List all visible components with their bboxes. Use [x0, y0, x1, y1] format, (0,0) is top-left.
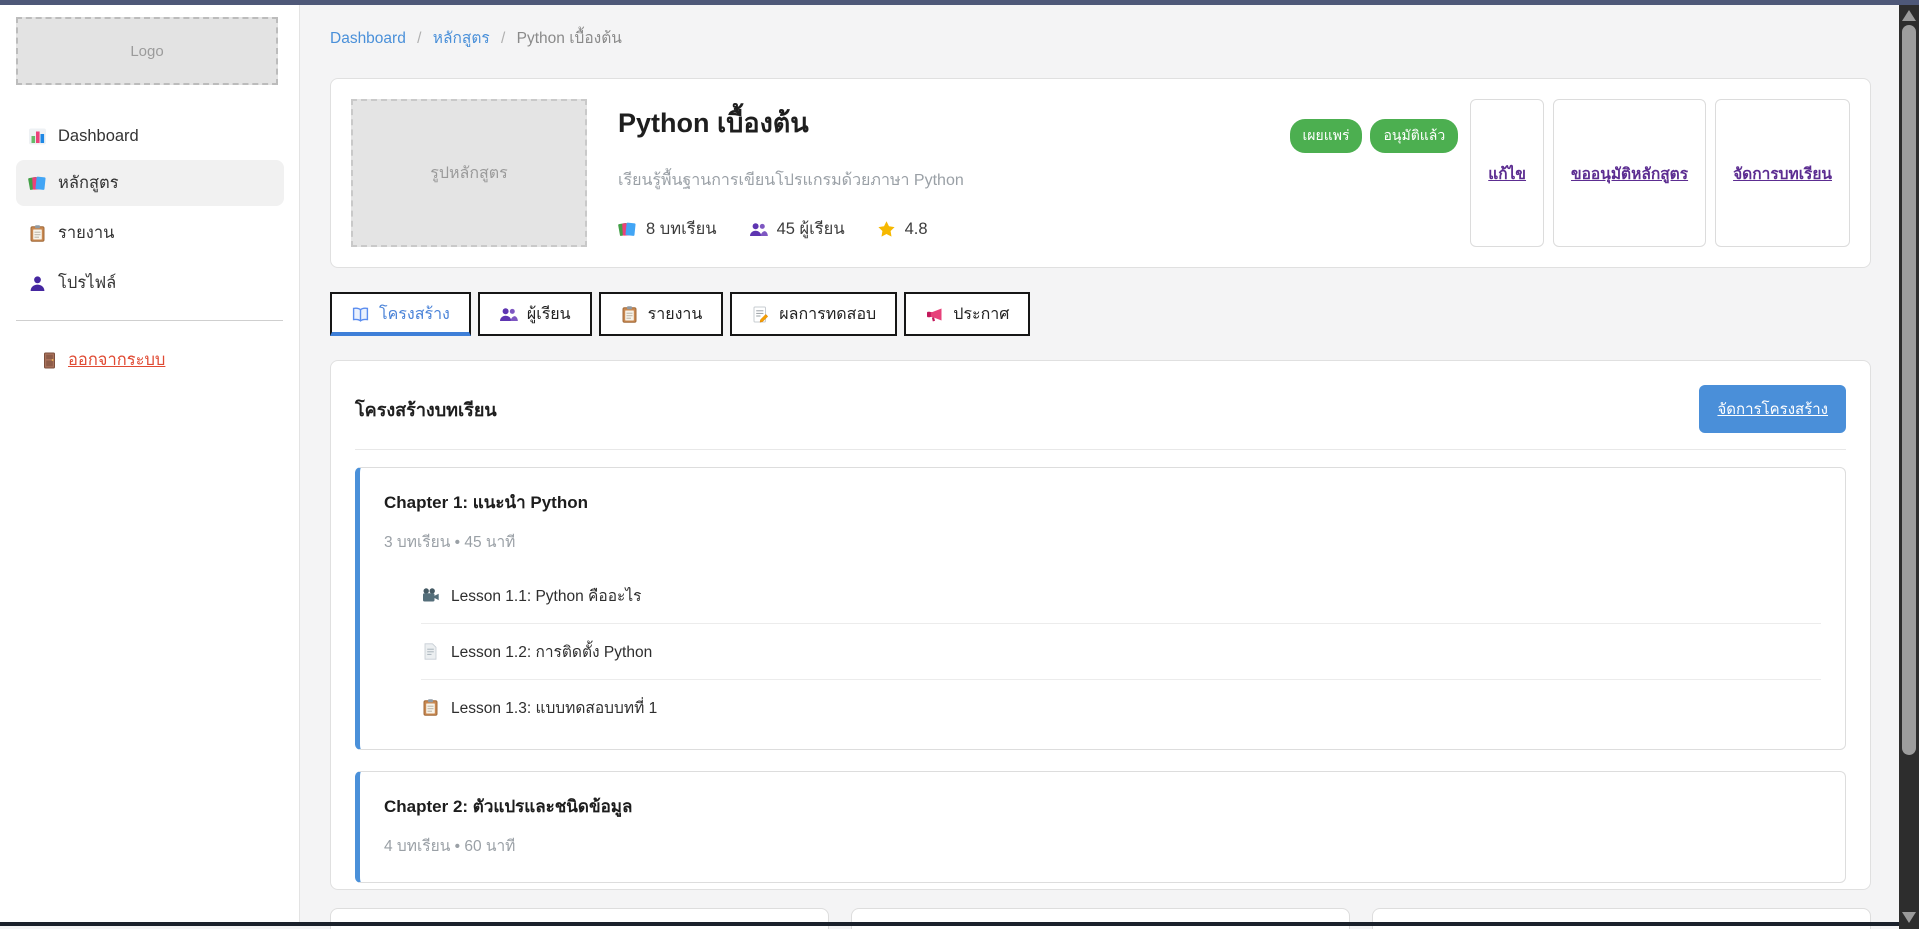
request-approval-label: ขออนุมัติหลักสูตร [1571, 161, 1688, 186]
chapter-card-1[interactable]: Chapter 1: แนะนำ Python 3 บทเรียน • 45 น… [355, 467, 1846, 750]
chapter-card-2[interactable]: Chapter 2: ตัวแปรและชนิดข้อมูล 4 บทเรียน… [355, 771, 1846, 883]
open-book-icon [351, 305, 370, 324]
structure-divider [355, 449, 1846, 450]
books-icon [28, 174, 47, 193]
breadcrumb-dashboard-link[interactable]: Dashboard [330, 30, 406, 47]
sidebar-item-label: รายงาน [58, 220, 114, 246]
logo-text: Logo [130, 43, 163, 60]
document-icon [421, 642, 440, 661]
course-description: เรียนรู้พื้นฐานการเขียนโปรแกรมด้วยภาษา P… [618, 168, 1280, 193]
tab-label: รายงาน [648, 302, 703, 327]
tab-label: โครงสร้าง [379, 302, 450, 327]
logo-placeholder: Logo [16, 17, 278, 85]
status-badge-published: เผยแพร่ [1290, 119, 1363, 153]
stat-students: 45 ผู้เรียน [749, 216, 845, 242]
clipboard-icon [620, 305, 639, 324]
tab-students[interactable]: ผู้เรียน [478, 292, 592, 336]
tab-label: ผู้เรียน [527, 302, 571, 327]
sidebar-item-courses[interactable]: หลักสูตร [16, 160, 284, 206]
course-stats: 8 บทเรียน 45 ผู้เรียน 4.8 [618, 216, 1280, 242]
megaphone-icon [925, 305, 944, 324]
course-info: Python เบื้องต้น เรียนรู้พื้นฐานการเขียน… [618, 99, 1280, 247]
sidebar-item-dashboard[interactable]: Dashboard [16, 117, 284, 156]
window-bottom-strip [0, 922, 1919, 926]
people-icon [749, 220, 768, 239]
breadcrumb-separator: / [501, 30, 505, 47]
chapter-meta: 4 บทเรียน • 60 นาที [384, 833, 1821, 858]
status-badges: เผยแพร่ อนุมัติแล้ว [1290, 119, 1459, 153]
request-approval-button[interactable]: ขออนุมัติหลักสูตร [1553, 99, 1706, 247]
lesson-title: Lesson 1.1: Python คืออะไร [451, 583, 641, 608]
course-actions: แก้ไข ขออนุมัติหลักสูตร จัดการบทเรียน [1470, 99, 1850, 247]
sidebar-item-reports[interactable]: รายงาน [16, 210, 284, 256]
course-tabs: โครงสร้าง ผู้เรียน รายงาน ผลการทดสอบ ประ… [330, 292, 1871, 336]
sidebar-nav: Dashboard หลักสูตร รายงาน โปรไฟล์ [0, 117, 299, 306]
structure-title: โครงสร้างบทเรียน [355, 395, 497, 424]
people-icon [499, 305, 518, 324]
lesson-title: Lesson 1.2: การติดตั้ง Python [451, 639, 652, 664]
tab-reports[interactable]: รายงาน [599, 292, 724, 336]
lesson-row[interactable]: Lesson 1.3: แบบทดสอบบทที่ 1 [421, 680, 1821, 735]
structure-panel: โครงสร้างบทเรียน จัดการโครงสร้าง Chapter… [330, 360, 1871, 890]
manage-lessons-button[interactable]: จัดการบทเรียน [1715, 99, 1850, 247]
sidebar-item-label: โปรไฟล์ [58, 270, 116, 296]
sidebar-item-label: Dashboard [58, 127, 139, 146]
logout-link[interactable]: ออกจากระบบ [40, 347, 165, 373]
breadcrumb-courses-link[interactable]: หลักสูตร [433, 30, 490, 47]
stat-lessons: 8 บทเรียน [618, 216, 717, 242]
lesson-row[interactable]: Lesson 1.1: Python คืออะไร [421, 568, 1821, 624]
lesson-title: Lesson 1.3: แบบทดสอบบทที่ 1 [451, 695, 657, 720]
status-badge-approved: อนุมัติแล้ว [1370, 119, 1458, 153]
edit-course-label: แก้ไข [1488, 161, 1526, 186]
scrollbar-thumb[interactable] [1902, 25, 1916, 755]
breadcrumb-separator: / [417, 30, 421, 47]
chapter-title: Chapter 2: ตัวแปรและชนิดข้อมูล [384, 793, 1821, 820]
star-icon [877, 220, 896, 239]
scrollbar-up-arrow[interactable] [1902, 10, 1916, 21]
stat-rating: 4.8 [877, 220, 928, 239]
stat-students-label: 45 ผู้เรียน [777, 216, 845, 242]
chapter-meta: 3 บทเรียน • 45 นาที [384, 529, 1821, 554]
course-header-card: รูปหลักสูตร Python เบื้องต้น เรียนรู้พื้… [330, 78, 1871, 268]
course-image-label: รูปหลักสูตร [430, 161, 508, 186]
lesson-row[interactable]: Lesson 1.2: การติดตั้ง Python [421, 624, 1821, 680]
breadcrumb-current: Python เบื้องต้น [517, 30, 622, 47]
window-top-strip [0, 0, 1919, 5]
sidebar-item-label: หลักสูตร [58, 170, 119, 196]
tab-label: ประกาศ [953, 302, 1009, 327]
lesson-list: Lesson 1.1: Python คืออะไร Lesson 1.2: ก… [421, 568, 1821, 735]
logout-label: ออกจากระบบ [68, 347, 165, 373]
bar-chart-icon [28, 127, 47, 146]
main-content: Dashboard / หลักสูตร / Python เบื้องต้น … [300, 5, 1897, 929]
vertical-scrollbar[interactable] [1899, 5, 1919, 929]
memo-icon [751, 305, 770, 324]
stat-rating-label: 4.8 [905, 220, 928, 239]
scrollbar-down-arrow[interactable] [1902, 912, 1916, 923]
tab-announcements[interactable]: ประกาศ [904, 292, 1030, 336]
course-title: Python เบื้องต้น [618, 101, 1280, 144]
clipboard-icon [28, 224, 47, 243]
edit-course-button[interactable]: แก้ไข [1470, 99, 1544, 247]
sidebar: Logo Dashboard หลักสูตร รายงาน โปรไฟล์ [0, 5, 300, 926]
books-icon [618, 220, 637, 239]
clipboard-icon [421, 698, 440, 717]
sidebar-item-profile[interactable]: โปรไฟล์ [16, 260, 284, 306]
structure-header: โครงสร้างบทเรียน จัดการโครงสร้าง [355, 385, 1846, 433]
breadcrumb: Dashboard / หลักสูตร / Python เบื้องต้น [330, 28, 1871, 49]
video-camera-icon [421, 586, 440, 605]
course-image-placeholder: รูปหลักสูตร [351, 99, 587, 247]
tab-label: ผลการทดสอบ [779, 302, 876, 327]
stat-lessons-label: 8 บทเรียน [646, 216, 717, 242]
tab-test-results[interactable]: ผลการทดสอบ [730, 292, 897, 336]
manage-structure-button[interactable]: จัดการโครงสร้าง [1699, 385, 1846, 433]
tab-structure[interactable]: โครงสร้าง [330, 292, 471, 336]
manage-lessons-label: จัดการบทเรียน [1733, 161, 1832, 186]
sidebar-divider [16, 320, 283, 321]
chapter-title: Chapter 1: แนะนำ Python [384, 489, 1821, 516]
door-icon [40, 351, 59, 370]
person-icon [28, 274, 47, 293]
